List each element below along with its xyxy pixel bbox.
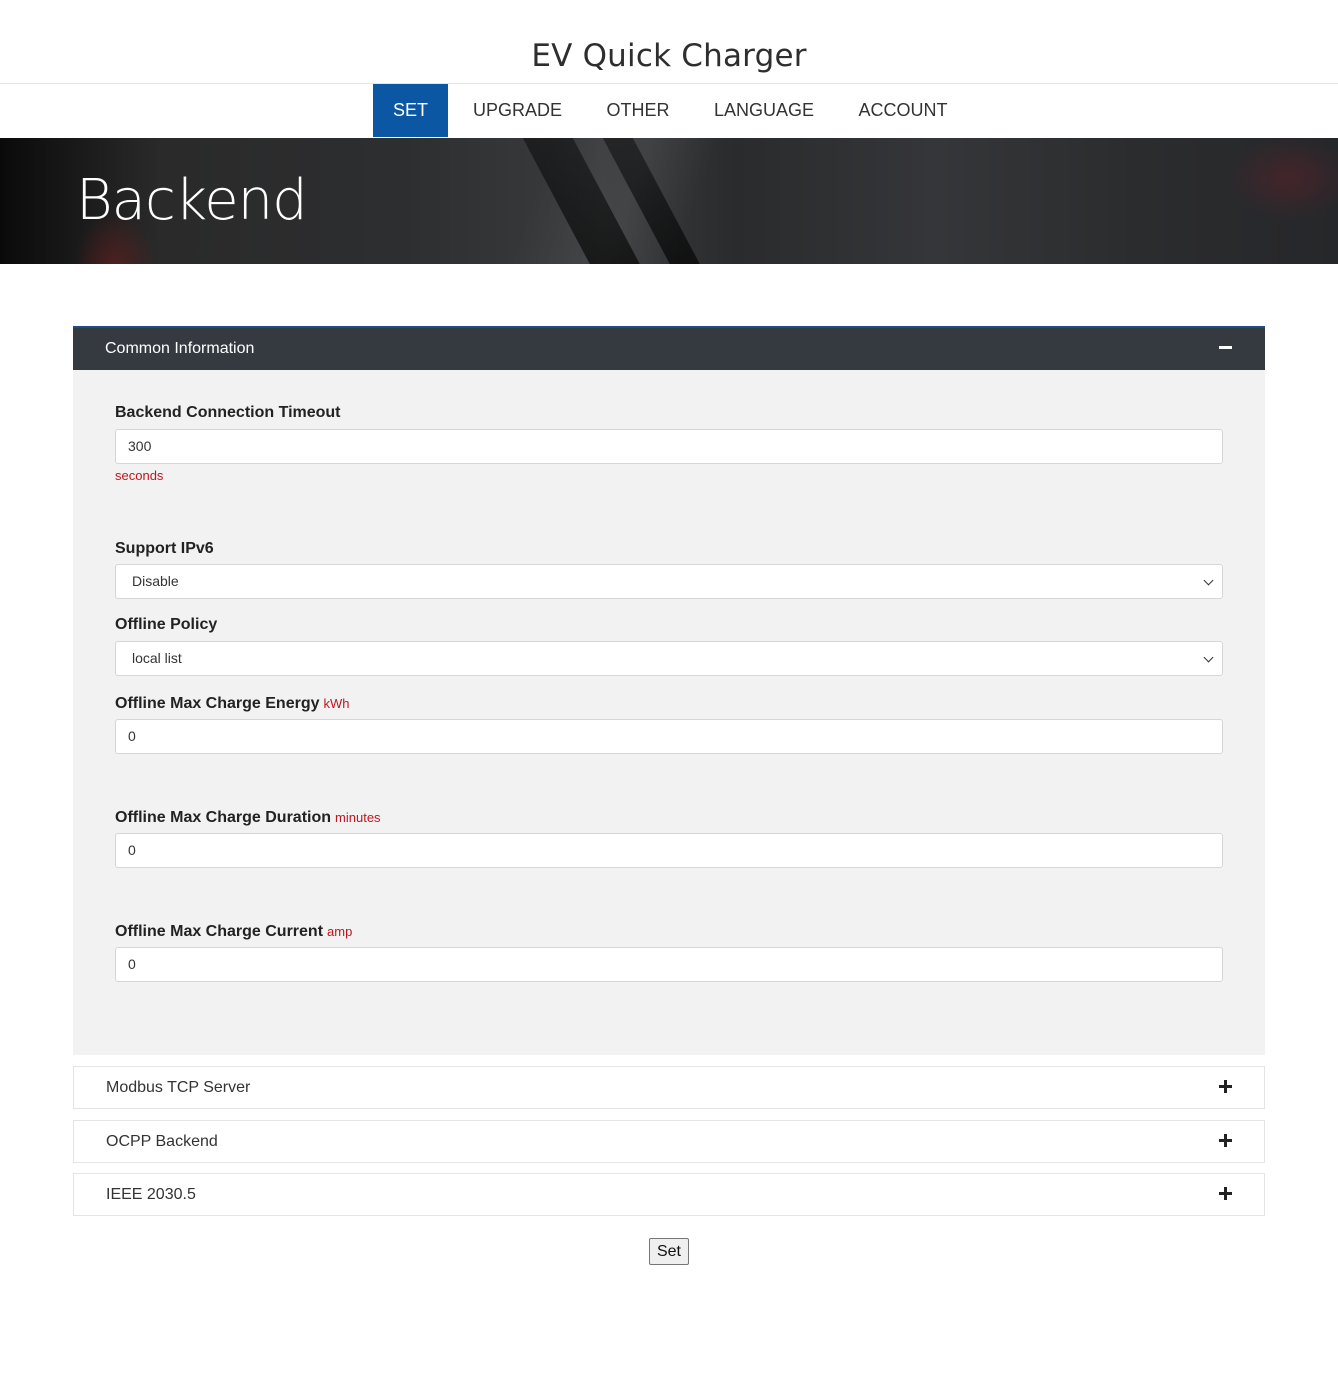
- panel-ocpp-backend[interactable]: OCPP Backend: [73, 1120, 1265, 1163]
- plus-icon[interactable]: [1219, 1187, 1232, 1200]
- panel-modbus-tcp-server[interactable]: Modbus TCP Server: [73, 1066, 1265, 1109]
- nav-tab-account[interactable]: ACCOUNT: [848, 84, 958, 137]
- main-nav: SET UPGRADE OTHER LANGUAGE ACCOUNT: [0, 84, 1338, 138]
- hero-banner: Backend: [0, 138, 1338, 264]
- offline-policy-label: Offline Policy: [115, 616, 218, 633]
- site-header: EV Quick Charger: [0, 0, 1338, 84]
- max-duration-label: Offline Max Charge Duration minutes: [115, 809, 381, 827]
- timeout-unit-hint: seconds: [115, 468, 164, 483]
- max-energy-input[interactable]: 0: [115, 719, 1223, 754]
- panel-common-information-header[interactable]: Common Information: [73, 326, 1265, 370]
- nav-tab-language[interactable]: LANGUAGE: [704, 84, 824, 137]
- max-energy-label-text: Offline Max Charge Energy: [115, 695, 320, 712]
- ipv6-selected-value: Disable: [132, 573, 179, 589]
- max-current-input[interactable]: 0: [115, 947, 1223, 982]
- panel-ieee-2030-5[interactable]: IEEE 2030.5: [73, 1173, 1265, 1216]
- set-button[interactable]: Set: [649, 1238, 689, 1265]
- max-duration-unit: minutes: [335, 810, 381, 825]
- panel-title: IEEE 2030.5: [106, 1186, 196, 1203]
- chevron-down-icon: [1203, 652, 1214, 663]
- nav-tab-upgrade[interactable]: UPGRADE: [462, 84, 573, 137]
- app-title: EV Quick Charger: [531, 38, 807, 74]
- offline-policy-selected-value: local list: [132, 650, 182, 666]
- timeout-label: Backend Connection Timeout: [115, 404, 341, 421]
- max-energy-unit: kWh: [323, 696, 350, 711]
- nav-tab-other[interactable]: OTHER: [596, 84, 680, 137]
- panel-title: Modbus TCP Server: [106, 1079, 251, 1096]
- nav-tab-set[interactable]: SET: [373, 84, 448, 137]
- timeout-input[interactable]: 300: [115, 429, 1223, 464]
- max-duration-input[interactable]: 0: [115, 833, 1223, 868]
- max-current-label: Offline Max Charge Current amp: [115, 923, 352, 941]
- panel-title: Common Information: [105, 340, 255, 357]
- max-current-unit: amp: [327, 924, 353, 939]
- panel-common-information: Common Information Backend Connection Ti…: [73, 326, 1265, 1055]
- max-duration-label-text: Offline Max Charge Duration: [115, 809, 332, 826]
- minus-icon[interactable]: [1219, 346, 1232, 349]
- offline-policy-select[interactable]: local list: [115, 641, 1223, 676]
- plus-icon[interactable]: [1219, 1134, 1232, 1147]
- max-energy-label: Offline Max Charge Energy kWh: [115, 695, 350, 713]
- panel-title: OCPP Backend: [106, 1133, 218, 1150]
- max-current-label-text: Offline Max Charge Current: [115, 923, 324, 940]
- ipv6-label: Support IPv6: [115, 540, 214, 557]
- chevron-down-icon: [1203, 575, 1214, 586]
- page-title: Backend: [76, 168, 308, 233]
- plus-icon[interactable]: [1219, 1080, 1232, 1093]
- ipv6-select[interactable]: Disable: [115, 564, 1223, 599]
